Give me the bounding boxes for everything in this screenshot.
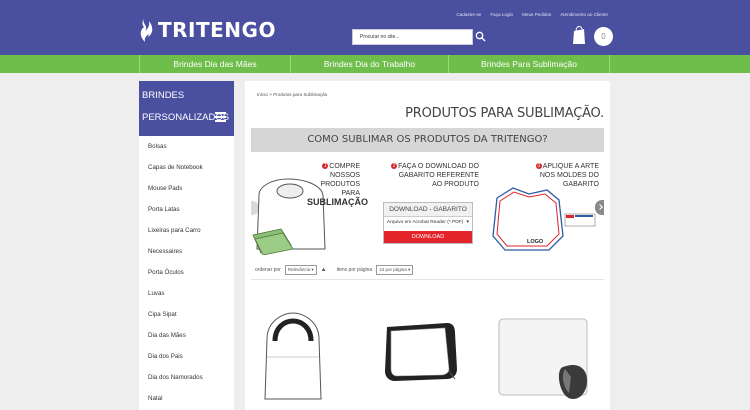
step-3-number: 3 [535,163,542,169]
dropdown-arrow-icon: ▾ [466,219,469,225]
download-button[interactable]: DOWNLOAD [384,231,472,243]
step-2: 2 FAÇA O DOWNLOAD DO GABARITO REFERENTE A… [385,162,479,189]
breadcrumb[interactable]: Início > Produtos para Sublimação [257,92,327,97]
sidebar-item-dia-dos-namorados[interactable]: Dia dos Namorados [148,374,203,381]
per-page-value: 24 por página [379,267,407,272]
sidebar-item-cipa-sipat[interactable]: Cipa Sipat [148,311,177,318]
logo-placeholder: LOGO [527,239,544,245]
step-1: 1 COMPRE NOSSOS PRODUTOS PARA SUBLIMAÇÃO [307,162,368,208]
per-page-label: itens por página [336,267,373,273]
site-header: TRITENGO Cadastre-se Faça Login Meus Ped… [0,0,750,55]
sort-controls: ordenar por Relevância ▾ ▲ itens por pág… [255,265,417,275]
support-link[interactable]: Atendimento ao Cliente [560,12,608,17]
banner-title: COMO SUBLIMAR OS PRODUTOS DA TRITENGO? [307,134,548,145]
download-title: DOWNLOAD - GABARITO [384,203,472,217]
sidebar-item-dia-dos-pais[interactable]: Dia dos Pais [148,353,183,360]
sidebar-item-porta-latas[interactable]: Porta Latas [148,206,180,213]
category-nav: Brindes Dia das Mães Brindes Dia do Trab… [0,55,750,73]
file-format-select[interactable]: Arquivo em Acrobat Reader (*.PDF) ▾ [384,217,472,228]
sort-label: ordenar por [255,267,281,273]
cart-count-badge[interactable]: 0 [594,27,613,46]
sidebar-item-luvas[interactable]: Luvas [148,290,165,297]
menu-icon[interactable] [215,112,226,124]
step-2-number: 2 [391,163,398,169]
sort-value: Relevância [287,267,311,272]
download-template-box: DOWNLOAD - GABARITO Arquivo em Acrobat R… [383,202,473,244]
nav-dia-do-trabalho[interactable]: Brindes Dia do Trabalho [290,55,448,73]
sidebar-item-bolsas[interactable]: Bolsas [148,143,167,150]
sidebar-item-natal[interactable]: Natal [148,395,162,402]
orders-link[interactable]: Meus Pedidos [522,12,551,17]
nav-sublimacao[interactable]: Brindes Para Sublimação [448,55,610,73]
shopping-bag-icon[interactable] [572,25,586,45]
sidebar-item-dia-das-maes[interactable]: Dia das Mães [148,332,186,339]
sort-select[interactable]: Relevância ▾ [284,265,317,275]
account-links: Cadastre-se Faça Login Meus Pedidos Aten… [456,12,608,17]
step-1-number: 1 [322,163,329,169]
template-outline-image [492,187,596,251]
per-page-select[interactable]: 24 por página ▾ [376,265,414,275]
login-link[interactable]: Faça Login [490,12,513,17]
sidebar: BRINDES PERSONALIZADOS Bolsas Capas de N… [139,81,234,410]
product-image-notebook-case[interactable] [383,321,459,383]
search-input[interactable]: Procurar no site... [352,29,473,45]
search-placeholder: Procurar no site... [360,34,400,40]
sidebar-title-line1: BRINDES [142,90,185,101]
step-1-line3: SUBLIMAÇÃO [307,197,368,207]
step-1-line1: COMPRE NOSSOS [329,163,360,179]
nav-dia-das-maes[interactable]: Brindes Dia das Mães [139,55,290,73]
sidebar-item-capas-notebook[interactable]: Capas de Notebook [148,164,203,171]
search-icon[interactable] [475,31,486,42]
register-link[interactable]: Cadastre-se [456,12,481,17]
sidebar-item-porta-oculos[interactable]: Porta Óculos [148,269,184,276]
file-format-value: Arquivo em Acrobat Reader (*.PDF) [387,220,464,225]
step-3-line1: APLIQUE A ARTE [542,163,599,170]
sidebar-item-mouse-pads[interactable]: Mouse Pads [148,185,182,192]
sidebar-item-necessaires[interactable]: Necessaires [148,248,182,255]
step-1-line2: PRODUTOS PARA [320,181,360,197]
step-2-line1: FAÇA O DOWNLOAD DO [398,163,479,170]
flame-logo-icon [140,18,153,42]
product-image-mouse-pad[interactable] [495,317,605,403]
brand-logo[interactable]: TRITENGO [140,17,276,43]
sidebar-header: BRINDES PERSONALIZADOS [139,81,234,136]
divider [251,279,604,280]
step-2-line3: AO PRODUTO [432,181,479,188]
main-content: Início > Produtos para Sublimação PRODUT… [245,81,610,410]
step-2-line2: GABARITO REFERENTE [398,172,479,179]
brand-name: TRITENGO [158,18,276,42]
product-image-lunch-bag[interactable] [261,311,325,403]
page-title: PRODUTOS PARA SUBLIMAÇÃO. [405,106,604,121]
how-to-banner: COMO SUBLIMAR OS PRODUTOS DA TRITENGO? [251,128,604,152]
sort-direction-icon[interactable]: ▲ [321,267,327,273]
sidebar-item-lixeiras[interactable]: Lixeiras para Carro [148,227,201,234]
